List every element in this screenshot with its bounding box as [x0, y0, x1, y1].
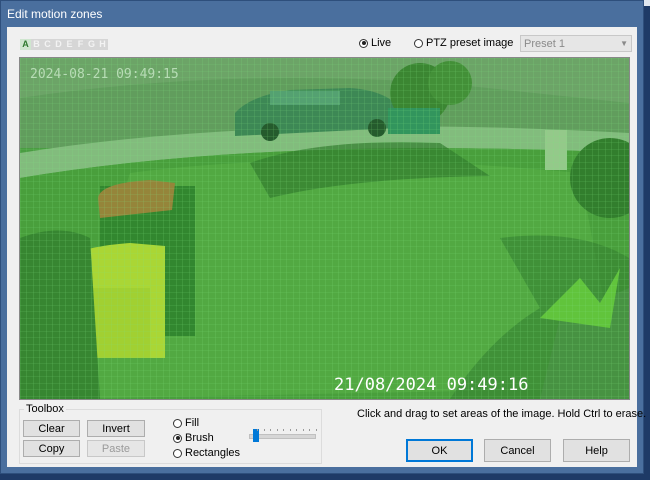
brush-size-slider-thumb[interactable] — [253, 429, 259, 442]
dialog-title: Edit motion zones — [7, 7, 103, 21]
slider-tick — [257, 429, 258, 431]
ptz-preset-radio[interactable] — [414, 38, 423, 48]
rectangles-radio[interactable] — [173, 448, 182, 458]
slider-tick — [263, 429, 265, 431]
osd-timestamp-bottom: 21/08/2024 09:49:16 — [334, 375, 528, 395]
zone-tab-a[interactable]: A — [20, 39, 31, 50]
zone-tab-d[interactable]: D — [53, 39, 64, 50]
zone-tab-e[interactable]: E — [64, 39, 75, 50]
brush-size-slider[interactable] — [249, 429, 316, 442]
slider-tick — [283, 429, 284, 431]
brush-label: Brush — [185, 432, 214, 444]
invert-button[interactable]: Invert — [87, 420, 145, 437]
toolbox-label: Toolbox — [24, 403, 66, 415]
fill-radio[interactable] — [173, 418, 182, 428]
live-option[interactable]: Live — [359, 37, 391, 49]
copy-button[interactable]: Copy — [23, 440, 80, 457]
zone-tab-h[interactable]: H — [97, 39, 108, 50]
fill-label: Fill — [185, 417, 200, 429]
slider-tick — [276, 429, 278, 431]
live-radio[interactable] — [359, 38, 368, 48]
slider-tick — [315, 429, 317, 431]
clear-button[interactable]: Clear — [23, 420, 80, 437]
paste-button[interactable]: Paste — [87, 440, 145, 457]
rectangles-label: Rectangles — [185, 447, 241, 459]
dialog-client-area: A B C D E F G H Live PTZ preset image Pr… — [7, 27, 646, 467]
slider-tick — [296, 429, 297, 431]
slider-tick — [289, 429, 291, 431]
ptz-preset-option[interactable]: PTZ preset image — [414, 37, 513, 49]
preset-dropdown: Preset 1 ▼ — [520, 35, 632, 52]
slider-tick — [309, 429, 310, 431]
help-button[interactable]: Help — [563, 439, 630, 462]
live-label: Live — [371, 37, 392, 49]
slider-tick — [302, 429, 304, 431]
chevron-down-icon: ▼ — [620, 39, 628, 48]
rectangles-option[interactable]: Rectangles — [173, 447, 240, 459]
brush-option[interactable]: Brush — [173, 432, 214, 444]
fill-option[interactable]: Fill — [173, 417, 199, 429]
zone-tab-b[interactable]: B — [31, 39, 42, 50]
zone-selector: A B C D E F G H — [20, 39, 108, 50]
ptz-preset-label: PTZ preset image — [426, 37, 514, 49]
edit-motion-zones-dialog: Edit motion zones A B C D E F G H Live P… — [0, 0, 646, 474]
camera-snapshot: 2024-08-21 09:49:15 21/08/2024 09:49:16 — [20, 58, 629, 399]
zone-tab-f[interactable]: F — [75, 39, 86, 50]
camera-image-canvas[interactable]: 2024-08-21 09:49:15 21/08/2024 09:49:16 — [19, 57, 630, 400]
zone-tab-c[interactable]: C — [42, 39, 53, 50]
zone-tab-g[interactable]: G — [86, 39, 97, 50]
osd-timestamp-top: 2024-08-21 09:49:15 — [30, 67, 179, 82]
ok-button[interactable]: OK — [406, 439, 473, 462]
instruction-text: Click and drag to set areas of the image… — [357, 408, 647, 420]
slider-tick — [270, 429, 271, 431]
preset-value: Preset 1 — [524, 37, 565, 50]
brush-radio[interactable] — [173, 433, 182, 443]
cancel-button[interactable]: Cancel — [484, 439, 551, 462]
title-bar[interactable]: Edit motion zones — [1, 1, 643, 27]
